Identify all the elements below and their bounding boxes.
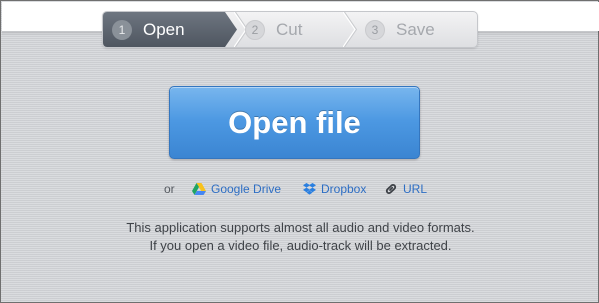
or-label: or xyxy=(164,182,175,196)
step-open[interactable]: 1 Open xyxy=(103,12,237,47)
step-label: Cut xyxy=(276,19,303,39)
google-drive-link[interactable]: Google Drive xyxy=(192,180,281,198)
step-number: 2 xyxy=(245,19,265,40)
step-label: Open xyxy=(143,19,185,39)
open-file-button[interactable]: Open file xyxy=(169,86,420,159)
google-drive-label: Google Drive xyxy=(211,182,282,196)
info-line: This application supports almost all aud… xyxy=(126,220,475,235)
dropbox-icon xyxy=(303,183,316,195)
chevron-divider-icon xyxy=(343,12,357,47)
url-label: URL xyxy=(403,182,428,196)
dropbox-link[interactable]: Dropbox xyxy=(303,180,366,198)
steps-bar: 1 Open 2 Cut 3 Save xyxy=(102,11,478,48)
info-line: If you open a video file, audio-track wi… xyxy=(149,238,452,253)
step-save[interactable]: 3 Save xyxy=(360,12,477,47)
step-number: 3 xyxy=(365,19,385,40)
google-drive-icon xyxy=(192,183,206,195)
link-icon xyxy=(385,184,397,194)
step-cut[interactable]: 2 Cut xyxy=(240,12,360,47)
step-label: Save xyxy=(396,19,435,39)
url-link[interactable]: URL xyxy=(384,180,427,198)
sources-row: or Google Drive Dropbox URL xyxy=(1,180,599,200)
app-frame: 1 Open 2 Cut 3 Save Open file or Google … xyxy=(0,0,599,303)
info-text: This application supports almost all aud… xyxy=(1,219,599,255)
dropbox-label: Dropbox xyxy=(321,182,367,196)
step-number: 1 xyxy=(112,19,132,40)
